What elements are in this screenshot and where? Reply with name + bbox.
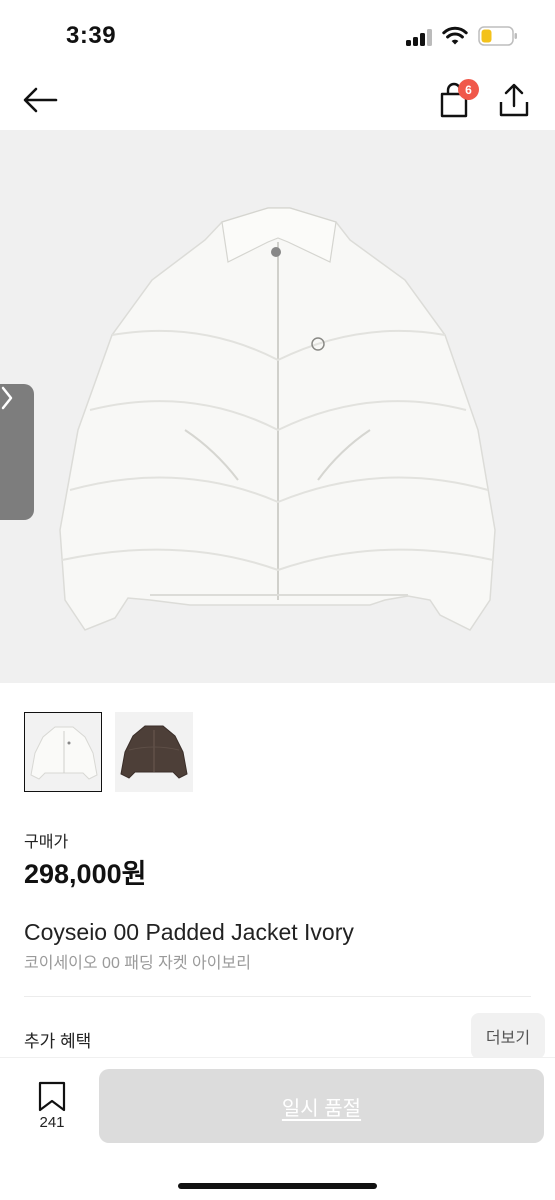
status-bar: 3:39 [0, 0, 555, 70]
bottom-action-bar: 241 일시 품절 [0, 1057, 555, 1200]
bookmark-button[interactable]: 241 [30, 1080, 74, 1140]
wifi-icon [442, 26, 468, 45]
cart-count-badge: 6 [458, 79, 479, 100]
back-button[interactable] [20, 82, 60, 118]
battery-icon [478, 26, 517, 46]
bookmark-count: 241 [39, 1114, 65, 1131]
thumbnail-brown[interactable] [115, 712, 193, 792]
benefit-title: 추가 혜택 [24, 1032, 92, 1051]
soldout-button[interactable]: 일시 품절 [99, 1069, 544, 1143]
thumbnail-brown-image [120, 725, 188, 779]
price-label: 구매가 [24, 834, 69, 851]
gallery-next-tab[interactable] [0, 384, 34, 520]
product-name-korean: 코이세이오 00 패딩 자켓 아이보리 [24, 955, 251, 972]
status-time: 3:39 [66, 22, 117, 49]
divider [24, 996, 531, 997]
product-image[interactable] [0, 130, 555, 683]
share-icon[interactable] [496, 80, 532, 120]
chevron-right-icon [1, 386, 13, 410]
product-name: Coyseio 00 Padded Jacket Ivory [24, 919, 354, 945]
signal-icon [406, 29, 434, 46]
more-button[interactable]: 더보기 [471, 1013, 545, 1059]
home-indicator [178, 1183, 377, 1189]
jacket-illustration [59, 207, 496, 631]
thumbnail-ivory[interactable] [24, 712, 102, 792]
bookmark-icon [38, 1081, 66, 1112]
price: 298,000원 [24, 859, 147, 889]
thumbnail-ivory-image [30, 726, 98, 780]
